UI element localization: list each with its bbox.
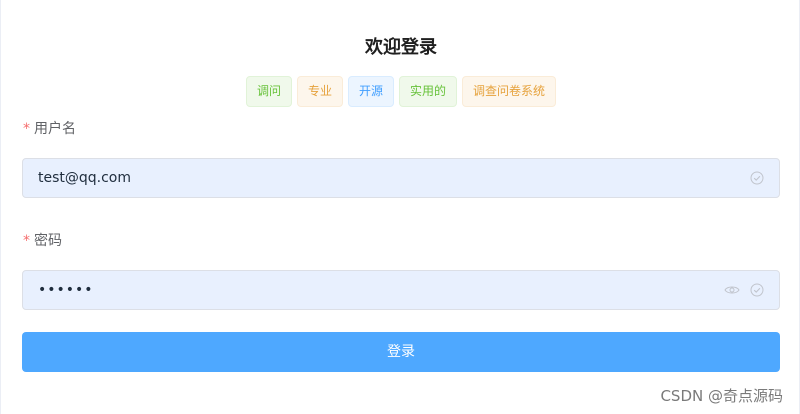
circle-check-icon (750, 283, 764, 297)
login-button[interactable]: 登录 (22, 332, 780, 372)
tag-item: 开源 (347, 76, 394, 107)
circle-check-icon (750, 171, 764, 185)
username-value: test@qq.com (38, 170, 132, 186)
watermark: CSDN @奇点源码 (660, 387, 783, 405)
password-input[interactable]: •••••• (22, 270, 780, 310)
eye-icon[interactable] (724, 283, 740, 297)
tag-item: 调查问卷系统 (462, 76, 557, 107)
tag-item: 专业 (296, 76, 343, 107)
password-label-text: 密码 (34, 233, 62, 249)
login-card: 欢迎登录 调问 专业 开源 实用的 调查问卷系统 * 用户名 test@qq.co… (0, 0, 800, 414)
tag-item: 调问 (245, 76, 292, 107)
password-label: * 密码 (23, 230, 62, 250)
username-label: * 用户名 (23, 118, 76, 138)
password-value: •••••• (38, 282, 94, 298)
tag-item: 实用的 (399, 76, 458, 107)
required-mark: * (23, 233, 30, 249)
tag-list: 调问 专业 开源 实用的 调查问卷系统 (1, 76, 800, 107)
page-title: 欢迎登录 (365, 37, 437, 58)
username-input[interactable]: test@qq.com (22, 158, 780, 198)
required-mark: * (23, 121, 30, 137)
username-label-text: 用户名 (34, 121, 76, 137)
